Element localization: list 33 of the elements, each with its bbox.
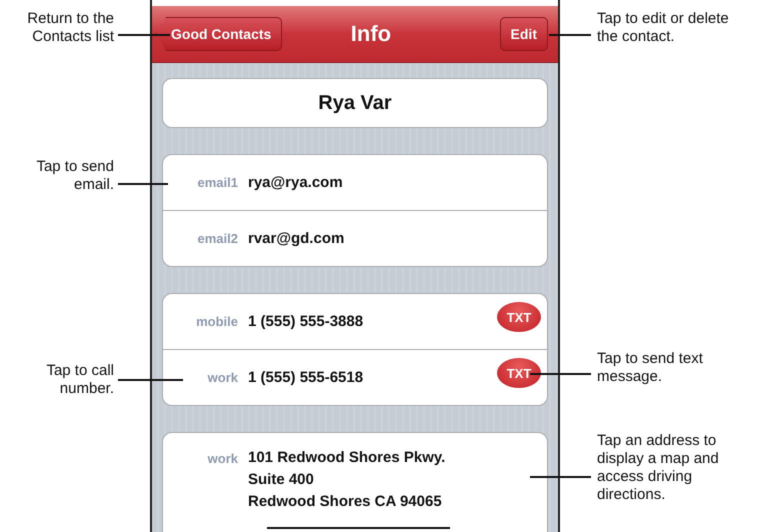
back-button[interactable]: Good Contacts	[156, 17, 282, 51]
text-message-button[interactable]: TXT	[497, 358, 541, 388]
leader-line	[530, 476, 591, 478]
callout-text: Tap to send text message.	[597, 350, 703, 386]
address-row[interactable]: work 101 Redwood Shores Pkwy. Suite 400 Redwood Shores CA 94065	[163, 433, 547, 525]
edit-button[interactable]: Edit	[500, 17, 548, 51]
street-address: 101 Redwood Shores Pkwy. Suite 400 Redwood Shores CA 94065	[248, 448, 446, 512]
leader-line	[549, 34, 591, 36]
email-row[interactable]: email2 rvar@gd.com	[163, 211, 547, 266]
email-row[interactable]: email1 rya@rya.com	[163, 155, 547, 211]
field-label: mobile	[195, 314, 238, 329]
contact-name: Rya Var	[162, 78, 548, 128]
callout-text: Return to the Contacts list	[27, 10, 114, 46]
field-label: email1	[196, 175, 238, 190]
leader-line	[118, 183, 168, 185]
email-address: rya@rya.com	[248, 174, 343, 191]
field-label: work	[206, 451, 238, 466]
callout-text: Tap to edit or delete the contact.	[597, 10, 729, 46]
field-label: email2	[196, 231, 238, 246]
text-message-button[interactable]: TXT	[497, 302, 541, 332]
field-label: work	[206, 370, 238, 385]
phone-row[interactable]: mobile 1 (555) 555-3888 TXT	[163, 294, 547, 350]
phone-number: 1 (555) 555-3888	[248, 313, 364, 330]
email-address: rvar@gd.com	[248, 230, 344, 247]
phone-number: 1 (555) 555-6518	[248, 369, 364, 386]
callout-text: Tap to send email.	[36, 158, 114, 194]
phone-row[interactable]: work 1 (555) 555-6518 TXT	[163, 350, 547, 405]
leader-line	[530, 373, 591, 375]
callout-text: Tap an address to display a map and access driving directions.	[597, 432, 719, 504]
callout-text: Tap to call number.	[46, 362, 114, 398]
leader-line	[118, 34, 170, 36]
leader-line	[118, 379, 183, 381]
screen-title: Info	[350, 21, 392, 47]
